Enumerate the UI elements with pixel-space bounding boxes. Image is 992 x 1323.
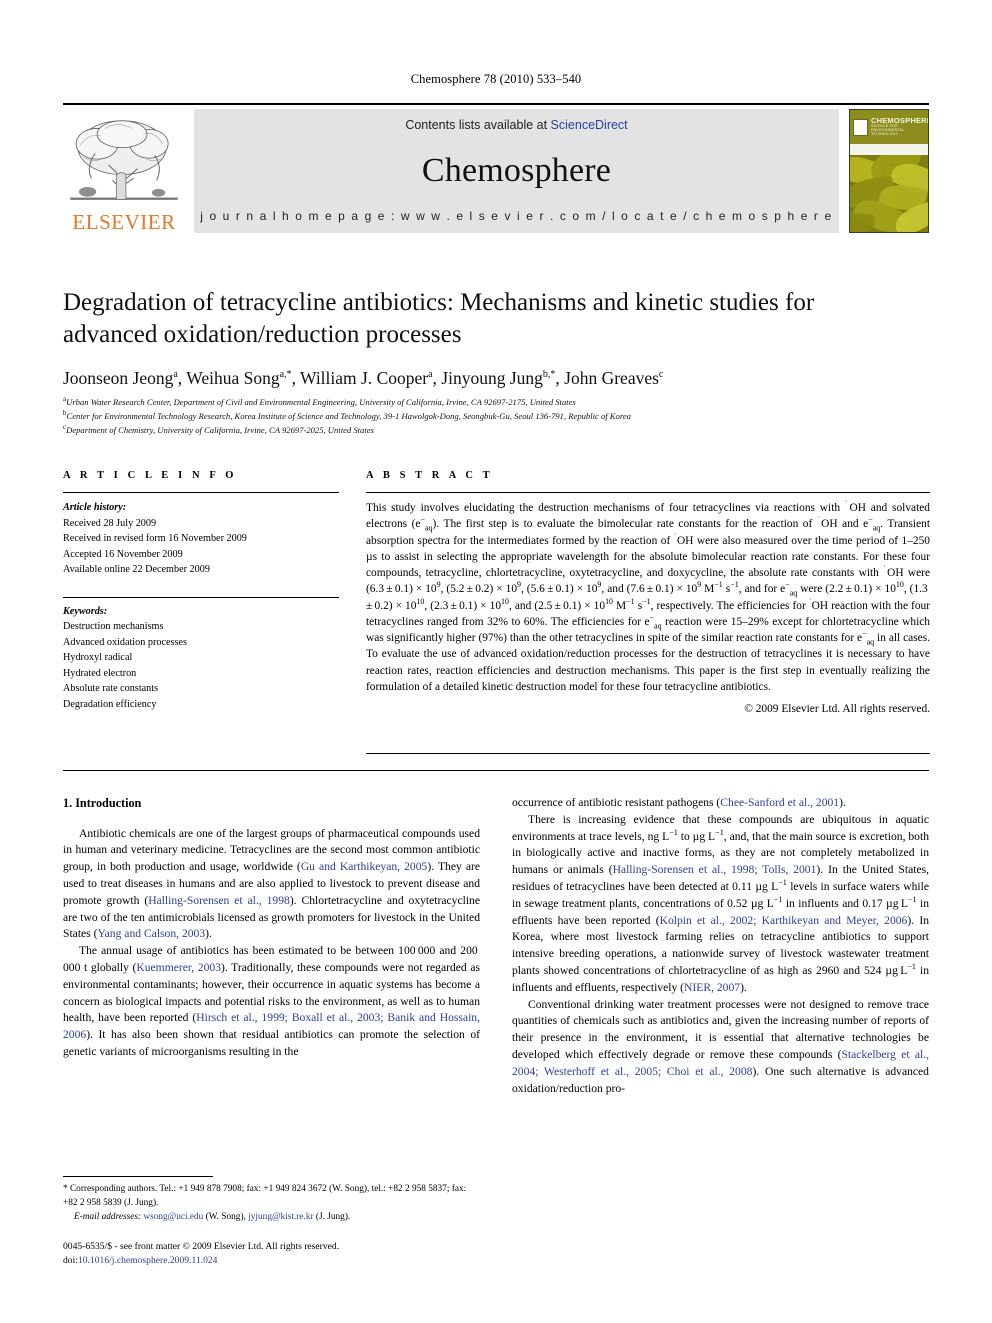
citation-link[interactable]: Kuemmerer, 2003 bbox=[136, 961, 221, 974]
history-item: Available online 22 December 2009 bbox=[63, 564, 210, 575]
article-history-label: Article history: bbox=[63, 502, 127, 513]
citation-link[interactable]: Yang and Calson, 2003 bbox=[97, 927, 205, 940]
doi-line: doi:10.1016/j.chemosphere.2009.11.024 bbox=[63, 1254, 493, 1268]
article-history-block: Article history: Received 28 July 2009 R… bbox=[63, 500, 339, 578]
citation-link[interactable]: Stackelberg et al., 2004; Westerhoff et … bbox=[512, 1048, 929, 1078]
paragraph: The annual usage of antibiotics has been… bbox=[63, 944, 481, 1059]
imprint-block: 0045-6535/$ - see front matter © 2009 El… bbox=[63, 1240, 493, 1269]
contents-available-line: Contents lists available at ScienceDirec… bbox=[405, 118, 627, 132]
elsevier-tree-icon bbox=[66, 115, 182, 211]
affiliation-a: aUrban Water Research Center, Department… bbox=[63, 395, 576, 407]
body-column-right: occurrence of antibiotic resistant patho… bbox=[512, 795, 929, 1097]
header-block-bottom-rule bbox=[63, 770, 929, 771]
journal-masthead: ELSEVIER Contents lists available at Sci… bbox=[63, 103, 929, 233]
paragraph: There is increasing evidence that these … bbox=[512, 812, 930, 994]
elsevier-wordmark: ELSEVIER bbox=[72, 210, 176, 234]
keyword-item: Hydroxyl radical bbox=[63, 652, 133, 663]
article-info-heading: A R T I C L E I N F O bbox=[63, 470, 238, 481]
corresponding-author-note: * Corresponding authors. Tel.: +1 949 87… bbox=[63, 1184, 467, 1208]
keywords-label: Keywords: bbox=[63, 605, 108, 617]
footnote-block: * Corresponding authors. Tel.: +1 949 87… bbox=[63, 1183, 480, 1225]
email-link-song[interactable]: wsong@uci.edu bbox=[143, 1212, 203, 1222]
doi-link[interactable]: 10.1016/j.chemosphere.2009.11.024 bbox=[78, 1255, 218, 1266]
paper-page: Chemosphere 78 (2010) 533–540 ELSEVIER C… bbox=[0, 0, 992, 1323]
cover-journal-subtitle: SCIENCE FOR ENVIRONMENTAL TECHNOLOGY bbox=[871, 124, 905, 136]
paragraph: Conventional drinking water treatment pr… bbox=[512, 997, 929, 1095]
email-owner-jung: (J. Jung). bbox=[313, 1211, 351, 1222]
issn-line: 0045-6535/$ - see front matter © 2009 El… bbox=[63, 1241, 340, 1252]
abstract-copyright: © 2009 Elsevier Ltd. All rights reserved… bbox=[744, 703, 930, 715]
paragraph: Antibiotic chemicals are one of the larg… bbox=[63, 826, 481, 941]
history-item: Received in revised form 16 November 200… bbox=[63, 533, 247, 544]
abstract-heading: A B S T R A C T bbox=[366, 470, 494, 481]
keyword-item: Destruction mechanisms bbox=[63, 621, 164, 632]
keyword-item: Absolute rate constants bbox=[63, 683, 159, 694]
body-column-left: 1. Introduction Antibiotic chemicals are… bbox=[63, 795, 480, 1061]
citation-link[interactable]: Hirsch et al., 1999; Boxall et al., 2003… bbox=[63, 1011, 480, 1041]
journal-cover-thumbnail: CHEMOSPHERE SCIENCE FOR ENVIRONMENTAL TE… bbox=[849, 109, 929, 233]
email-label: E-mail addresses: bbox=[74, 1211, 142, 1222]
journal-homepage-url[interactable]: j o u r n a l h o m e p a g e : w w w . … bbox=[200, 209, 832, 223]
paper-title: Degradation of tetracycline antibiotics:… bbox=[63, 289, 815, 348]
running-head: Chemosphere 78 (2010) 533–540 bbox=[410, 72, 582, 86]
citation-link[interactable]: Chee-Sanford et al., 2001 bbox=[720, 796, 839, 809]
paragraph: occurrence of antibiotic resistant patho… bbox=[512, 796, 846, 809]
cover-title-block: CHEMOSPHERE SCIENCE FOR ENVIRONMENTAL TE… bbox=[871, 117, 928, 136]
affiliation-b: bCenter for Environmental Technology Res… bbox=[63, 409, 631, 421]
keyword-item: Degradation efficiency bbox=[63, 698, 157, 710]
journal-banner: Contents lists available at ScienceDirec… bbox=[194, 109, 839, 233]
citation-link[interactable]: Kolpin et al., 2002; Karthikeyan and Mey… bbox=[660, 914, 908, 927]
section-heading-introduction: 1. Introduction bbox=[63, 796, 142, 810]
article-info-column: Article history: Received 28 July 2009 R… bbox=[63, 500, 339, 712]
contents-prefix: Contents lists available at bbox=[405, 118, 551, 132]
history-item: Accepted 16 November 2009 bbox=[63, 548, 183, 560]
cover-elsevier-badge-icon bbox=[853, 118, 868, 136]
keywords-block: Keywords: Destruction mechanisms Advance… bbox=[63, 604, 339, 713]
doi-label: doi: bbox=[63, 1255, 78, 1267]
citation-link[interactable]: NIER, 2007 bbox=[684, 981, 740, 994]
abstract-bottom-rule bbox=[366, 753, 930, 754]
cover-divider bbox=[850, 144, 928, 155]
citation-link[interactable]: Gu and Karthikeyan, 2005 bbox=[301, 860, 428, 873]
cover-leaf-photo bbox=[850, 155, 928, 232]
email-link-jung[interactable]: jyjung@kist.re.kr bbox=[248, 1212, 313, 1222]
masthead-top-rule bbox=[63, 103, 929, 105]
affiliation-c: cDepartment of Chemistry, University of … bbox=[63, 422, 374, 435]
abstract-text: This study involves elucidating the dest… bbox=[366, 499, 931, 693]
sciencedirect-link[interactable]: ScienceDirect bbox=[551, 118, 628, 132]
abstract-body: This study involves elucidating the dest… bbox=[366, 500, 930, 717]
email-note: E-mail addresses: wsong@uci.edu (W. Song… bbox=[63, 1211, 480, 1225]
email-owner-song: (W. Song), bbox=[203, 1211, 249, 1222]
article-info-mid-rule bbox=[63, 597, 339, 598]
keyword-item: Advanced oxidation processes bbox=[63, 636, 187, 648]
cover-header: CHEMOSPHERE SCIENCE FOR ENVIRONMENTAL TE… bbox=[850, 110, 928, 144]
keyword-item: Hydrated electron bbox=[63, 667, 137, 679]
affiliation-list: aUrban Water Research Center, Department… bbox=[63, 396, 943, 438]
author-list: Joonseon Jeonga, Weihua Songa,*, William… bbox=[63, 368, 664, 388]
citation-link[interactable]: Halling-Sorensen et al., 1998 bbox=[148, 894, 290, 907]
history-item: Received 28 July 2009 bbox=[63, 517, 157, 529]
footnote-rule bbox=[63, 1176, 213, 1177]
citation-link[interactable]: Halling-Sorensen et al., 1998; Tolls, 20… bbox=[613, 863, 817, 876]
article-info-top-rule bbox=[63, 492, 339, 493]
journal-title: Chemosphere bbox=[421, 151, 612, 189]
abstract-top-rule bbox=[366, 492, 930, 493]
elsevier-logo: ELSEVIER bbox=[63, 109, 185, 233]
